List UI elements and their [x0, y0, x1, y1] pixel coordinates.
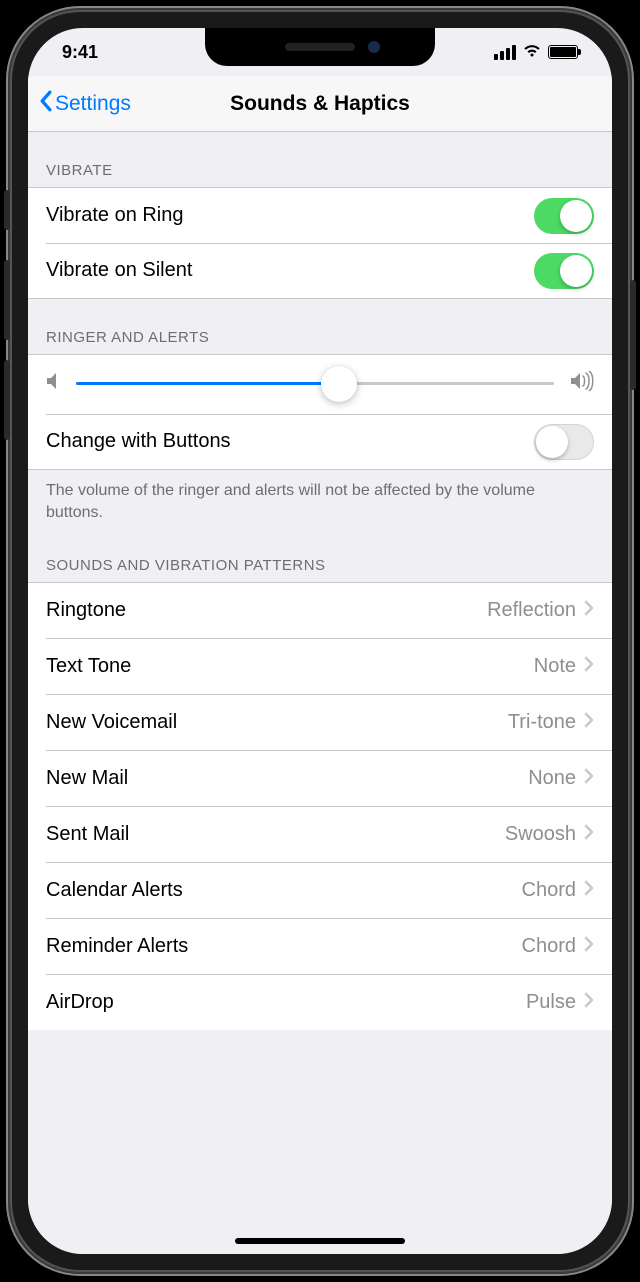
pattern-row[interactable]: New Voicemail Tri-tone	[28, 694, 612, 750]
ringer-footer: The volume of the ringer and alerts will…	[28, 470, 612, 527]
mute-switch	[4, 190, 10, 230]
volume-down-button	[4, 360, 10, 440]
pattern-label: Ringtone	[46, 599, 126, 622]
pattern-row[interactable]: Text Tone Note	[28, 638, 612, 694]
side-button	[630, 280, 636, 390]
content-scroll[interactable]: VIBRATE Vibrate on Ring Vibrate on Silen…	[28, 132, 612, 1254]
home-indicator[interactable]	[235, 1238, 405, 1244]
pattern-value: Reflection	[487, 599, 576, 622]
pattern-label: New Mail	[46, 767, 128, 790]
chevron-right-icon	[584, 823, 594, 846]
pattern-value: Note	[534, 655, 576, 678]
section-header-vibrate: VIBRATE	[28, 132, 612, 187]
pattern-row[interactable]: New Mail None	[28, 750, 612, 806]
battery-icon	[548, 45, 578, 59]
chevron-right-icon	[584, 655, 594, 678]
slider-thumb[interactable]	[321, 366, 357, 402]
nav-bar: Settings Sounds & Haptics	[28, 76, 612, 132]
ringer-volume-slider[interactable]	[76, 382, 554, 385]
section-header-patterns: SOUNDS AND VIBRATION PATTERNS	[28, 527, 612, 582]
pattern-row[interactable]: Reminder Alerts Chord	[28, 918, 612, 974]
back-label: Settings	[55, 92, 131, 116]
pattern-label: Text Tone	[46, 655, 131, 678]
pattern-value: Swoosh	[505, 823, 576, 846]
pattern-row[interactable]: Calendar Alerts Chord	[28, 862, 612, 918]
phone-frame: 9:41 Settings Sounds & Haptics VIBRATE	[10, 10, 630, 1272]
pattern-value: Chord	[522, 935, 576, 958]
chevron-right-icon	[584, 991, 594, 1014]
wifi-icon	[522, 42, 542, 63]
pattern-label: Calendar Alerts	[46, 879, 183, 902]
pattern-value: Pulse	[526, 991, 576, 1014]
section-header-ringer: RINGER AND ALERTS	[28, 299, 612, 354]
cellular-signal-icon	[494, 45, 516, 60]
chevron-right-icon	[584, 599, 594, 622]
vibrate-on-ring-row[interactable]: Vibrate on Ring	[28, 187, 612, 243]
volume-up-button	[4, 260, 10, 340]
screen: 9:41 Settings Sounds & Haptics VIBRATE	[28, 28, 612, 1254]
chevron-right-icon	[584, 711, 594, 734]
pattern-value: None	[528, 767, 576, 790]
pattern-row[interactable]: Sent Mail Swoosh	[28, 806, 612, 862]
chevron-right-icon	[584, 767, 594, 790]
chevron-left-icon	[38, 90, 53, 118]
status-time: 9:41	[62, 42, 98, 63]
vibrate-on-silent-row[interactable]: Vibrate on Silent	[28, 243, 612, 299]
volume-high-icon	[570, 371, 594, 396]
change-with-buttons-toggle[interactable]	[534, 424, 594, 460]
change-with-buttons-row[interactable]: Change with Buttons	[28, 414, 612, 470]
pattern-value: Chord	[522, 879, 576, 902]
pattern-label: AirDrop	[46, 991, 114, 1014]
pattern-label: Sent Mail	[46, 823, 129, 846]
change-with-buttons-label: Change with Buttons	[46, 430, 231, 453]
pattern-label: New Voicemail	[46, 711, 177, 734]
ringer-volume-row	[28, 354, 612, 414]
pattern-row[interactable]: AirDrop Pulse	[28, 974, 612, 1030]
notch	[205, 28, 435, 66]
pattern-label: Reminder Alerts	[46, 935, 188, 958]
chevron-right-icon	[584, 935, 594, 958]
back-button[interactable]: Settings	[28, 90, 131, 118]
vibrate-on-ring-label: Vibrate on Ring	[46, 204, 184, 227]
vibrate-on-silent-label: Vibrate on Silent	[46, 259, 192, 282]
pattern-value: Tri-tone	[508, 711, 576, 734]
chevron-right-icon	[584, 879, 594, 902]
pattern-row[interactable]: Ringtone Reflection	[28, 582, 612, 638]
volume-low-icon	[46, 372, 60, 395]
vibrate-on-ring-toggle[interactable]	[534, 198, 594, 234]
vibrate-on-silent-toggle[interactable]	[534, 253, 594, 289]
